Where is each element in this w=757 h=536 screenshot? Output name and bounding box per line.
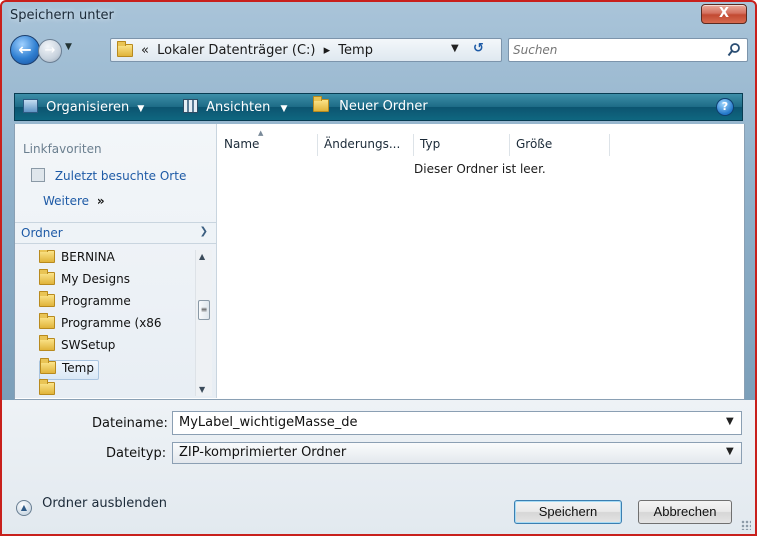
folder-icon (39, 379, 55, 395)
cancel-button[interactable]: Abbrechen (638, 500, 732, 524)
breadcrumb-overflow[interactable]: « (141, 43, 149, 58)
file-list[interactable]: ▲ Name Änderungs... Typ Größe Dieser Ord… (218, 124, 744, 398)
hide-folders-label: Ordner ausblenden (42, 496, 168, 511)
sort-ascending-icon: ▲ (258, 129, 264, 137)
views-icon (183, 99, 198, 113)
favorites-more-link[interactable]: Weitere » (43, 194, 105, 208)
folders-label: Ordner (21, 226, 63, 240)
breadcrumb-drive[interactable]: Lokaler Datenträger (C:) (157, 43, 315, 58)
search-input[interactable] (513, 42, 713, 58)
breadcrumb: « Lokaler Datenträger (C:) ▸ Temp (141, 43, 377, 58)
scroll-thumb[interactable]: ≡ (198, 300, 210, 320)
filename-input[interactable]: MyLabel_wichtigeMasse_de (172, 411, 742, 435)
organize-menu[interactable]: Organisieren ▼ (23, 99, 144, 115)
new-folder-icon (313, 96, 329, 112)
close-button[interactable]: X (701, 4, 747, 24)
scroll-down-icon[interactable]: ▼ (199, 385, 205, 394)
window-title: Speichern unter (10, 8, 114, 23)
folder-icon (40, 358, 56, 374)
scroll-up-icon[interactable]: ▲ (199, 252, 205, 261)
empty-folder-message: Dieser Ordner ist leer. (414, 162, 546, 176)
forward-button[interactable]: → (38, 39, 62, 63)
filetype-select[interactable]: ZIP-komprimierter Ordner (172, 442, 742, 464)
new-folder-button[interactable]: Neuer Ordner (313, 96, 428, 114)
chevron-down-icon: ❯ (199, 226, 208, 237)
favorites-title: Linkfavoriten (23, 142, 102, 156)
folder-icon (39, 291, 55, 307)
column-type-label: Typ (420, 137, 441, 151)
tree-item-label: My Designs (61, 272, 130, 286)
tree-item-label: SWSetup (61, 338, 116, 352)
double-chevron-right-icon: » (96, 194, 105, 208)
tree-scrollbar[interactable]: ▲ ≡ ▼ (195, 250, 212, 396)
breadcrumb-separator[interactable]: ▸ (324, 43, 331, 58)
tree-item-programme-x86[interactable]: Programme (x86 (39, 313, 162, 336)
back-button[interactable]: ← (10, 35, 40, 65)
filetype-label: Dateityp: (106, 446, 167, 461)
organize-label: Organisieren (46, 100, 130, 115)
tree-item-label: Programme (x86 (61, 316, 162, 330)
views-menu[interactable]: Ansichten ▼ (183, 99, 287, 115)
column-name[interactable]: ▲ Name (218, 129, 318, 156)
folder-icon (39, 269, 55, 285)
browser-area: Linkfavoriten Zuletzt besuchte Orte Weit… (14, 124, 745, 400)
address-dropdown[interactable]: ▼ (451, 43, 459, 54)
recent-pages-dropdown[interactable]: ▼ (65, 42, 72, 52)
tree-item-my-designs[interactable]: My Designs (39, 269, 130, 292)
folder-icon (39, 335, 55, 351)
refresh-button[interactable]: ↺ (473, 41, 484, 56)
tree-item-swsetup[interactable]: SWSetup (39, 335, 116, 358)
breadcrumb-folder[interactable]: Temp (338, 43, 373, 58)
more-label: Weitere (43, 194, 90, 208)
hide-folders-button[interactable]: ▲ Ordner ausblenden (16, 496, 167, 516)
tree-item-label: BERNINA (61, 250, 115, 264)
arrow-right-icon: → (44, 43, 56, 58)
tree-item-temp[interactable]: Temp (39, 358, 99, 380)
column-modified[interactable]: Änderungs... (318, 134, 414, 156)
folder-tree: BERNINA My Designs Programme Programme (… (31, 250, 201, 398)
search-icon[interactable] (727, 41, 741, 59)
new-folder-label: Neuer Ordner (339, 99, 428, 114)
collapse-up-icon: ▲ (16, 500, 32, 516)
views-label: Ansichten (206, 100, 271, 115)
save-as-dialog: Speichern unter X ← → ▼ « Lokaler Datent… (0, 0, 757, 536)
recent-places-label: Zuletzt besuchte Orte (54, 169, 187, 183)
column-type[interactable]: Typ (414, 134, 510, 156)
folders-header[interactable]: Ordner ❯ (15, 222, 216, 244)
address-bar[interactable]: « Lokaler Datenträger (C:) ▸ Temp ▼ ↺ (110, 38, 502, 62)
title-bar: Speichern unter X (2, 2, 755, 32)
address-row: ← → ▼ « Lokaler Datenträger (C:) ▸ Temp … (2, 32, 755, 68)
tree-item-cut-off (39, 379, 61, 398)
column-name-label: Name (224, 137, 260, 151)
recent-places-icon (31, 168, 45, 182)
save-button[interactable]: Speichern (514, 500, 622, 524)
help-icon[interactable]: ? (716, 98, 734, 116)
column-size[interactable]: Größe (510, 134, 610, 156)
folder-icon (117, 41, 133, 57)
command-toolbar: Organisieren ▼ Ansichten ▼ Neuer Ordner … (14, 93, 743, 121)
navigation-pane: Linkfavoriten Zuletzt besuchte Orte Weit… (15, 124, 217, 398)
tree-item-bernina[interactable]: BERNINA (39, 250, 115, 270)
resize-grip[interactable] (741, 520, 751, 530)
favorite-recent-places[interactable]: Zuletzt besuchte Orte (31, 168, 186, 183)
filetype-dropdown[interactable]: ▼ (726, 446, 734, 457)
tree-item-label: Temp (62, 361, 94, 375)
chevron-down-icon: ▼ (280, 104, 288, 114)
arrow-left-icon: ← (18, 40, 32, 59)
organize-icon (23, 99, 38, 113)
column-header: ▲ Name Änderungs... Typ Größe (218, 129, 618, 156)
tree-item-programme[interactable]: Programme (39, 291, 131, 314)
refresh-icon: ↺ (473, 41, 484, 56)
filename-dropdown[interactable]: ▼ (726, 416, 734, 427)
column-size-label: Größe (516, 137, 553, 151)
column-modified-label: Änderungs... (324, 137, 401, 151)
folder-icon (39, 250, 55, 263)
search-box[interactable] (508, 38, 748, 62)
chevron-down-icon: ▼ (137, 104, 145, 114)
tree-item-label: Programme (61, 294, 131, 308)
save-form: Dateiname: MyLabel_wichtigeMasse_de ▼ Da… (2, 400, 755, 534)
filename-label: Dateiname: (92, 416, 168, 431)
folder-icon (39, 313, 55, 329)
